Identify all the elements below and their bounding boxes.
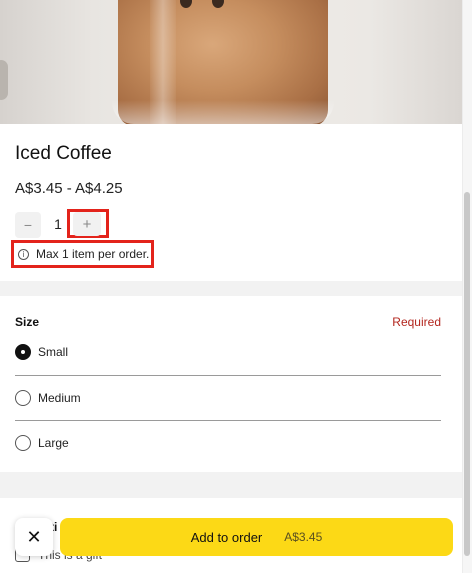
spoon-shape [0, 60, 8, 100]
info-icon: i [18, 248, 29, 260]
add-to-order-price: A$3.45 [284, 530, 323, 544]
product-title: Iced Coffee [15, 143, 112, 164]
add-to-order-label: Add to order [190, 529, 263, 545]
product-image [0, 0, 462, 124]
add-to-order-button[interactable]: Add to order A$3.45 [60, 518, 453, 556]
section-divider [0, 281, 462, 296]
product-price-range: A$3.45 - A$4.25 [15, 180, 123, 197]
max-order-text: Max 1 item per order. [36, 247, 150, 261]
option-divider [15, 375, 441, 376]
section-divider [0, 472, 462, 498]
size-option-label: Small [38, 345, 69, 359]
size-option-large[interactable]: Large [15, 435, 69, 451]
size-option-label: Large [38, 436, 69, 450]
size-section-label: Size [15, 315, 40, 329]
close-icon: ✕ [26, 526, 42, 548]
required-badge: Required [392, 315, 441, 329]
quantity-increment-button[interactable]: + [73, 212, 101, 236]
scrollbar-thumb[interactable] [464, 192, 470, 556]
size-option-medium[interactable]: Medium [15, 390, 81, 406]
option-divider [15, 420, 441, 421]
quantity-decrement-button[interactable]: − [15, 212, 41, 238]
close-button[interactable]: ✕ [15, 518, 53, 556]
glass-base-shape [112, 100, 334, 124]
radio-icon[interactable] [15, 390, 31, 406]
radio-selected-icon[interactable] [15, 344, 31, 360]
radio-icon[interactable] [15, 435, 31, 451]
quantity-value: 1 [54, 216, 62, 232]
max-order-notice: i Max 1 item per order. [11, 240, 154, 268]
size-option-label: Medium [38, 391, 81, 405]
size-option-small[interactable]: Small [15, 344, 68, 360]
